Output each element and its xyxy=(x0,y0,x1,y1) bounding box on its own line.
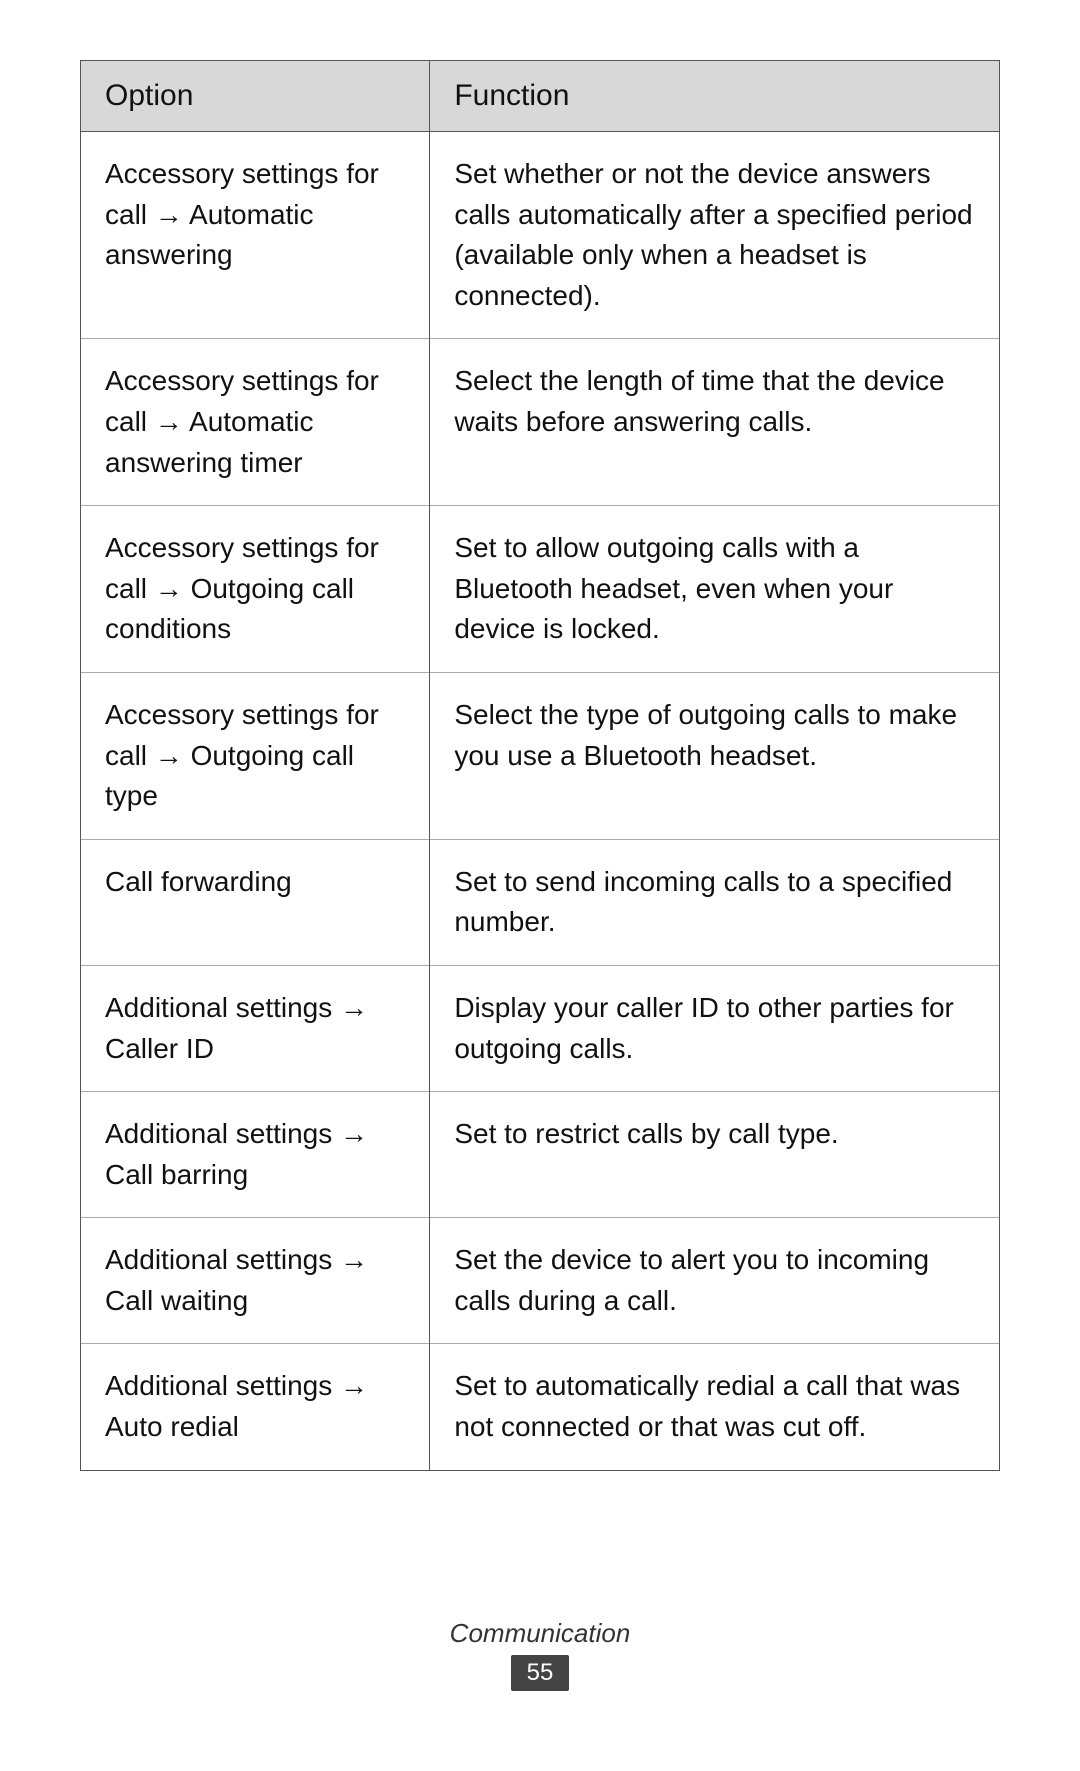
table-row: Accessory settings for call → Automatic … xyxy=(81,132,999,339)
settings-table: Option Function Accessory settings for c… xyxy=(80,60,1000,1471)
cell-option: Call forwarding xyxy=(81,839,430,965)
table-row: Additional settings → Auto redialSet to … xyxy=(81,1344,999,1470)
cell-function: Select the length of time that the devic… xyxy=(430,339,999,506)
table-row: Additional settings → Call waitingSet th… xyxy=(81,1218,999,1344)
cell-option: Additional settings → Caller ID xyxy=(81,965,430,1091)
table-row: Call forwardingSet to send incoming call… xyxy=(81,839,999,965)
footer-label: Communication xyxy=(80,1618,1000,1649)
cell-option: Additional settings → Call barring xyxy=(81,1092,430,1218)
header-function: Function xyxy=(430,61,999,132)
table-row: Additional settings → Call barringSet to… xyxy=(81,1092,999,1218)
table-row: Additional settings → Caller IDDisplay y… xyxy=(81,965,999,1091)
cell-option: Accessory settings for call → Automatic … xyxy=(81,132,430,339)
table-row: Accessory settings for call → Automatic … xyxy=(81,339,999,506)
cell-function: Display your caller ID to other parties … xyxy=(430,965,999,1091)
cell-option: Accessory settings for call → Automatic … xyxy=(81,339,430,506)
page-number: 55 xyxy=(511,1655,570,1691)
header-option: Option xyxy=(81,61,430,132)
cell-option: Additional settings → Auto redial xyxy=(81,1344,430,1470)
page-footer: Communication 55 xyxy=(80,1558,1000,1691)
table-row: Accessory settings for call → Outgoing c… xyxy=(81,506,999,673)
cell-function: Set to restrict calls by call type. xyxy=(430,1092,999,1218)
cell-option: Accessory settings for call → Outgoing c… xyxy=(81,672,430,839)
cell-function: Set to automatically redial a call that … xyxy=(430,1344,999,1470)
cell-function: Set the device to alert you to incoming … xyxy=(430,1218,999,1344)
cell-function: Set whether or not the device answers ca… xyxy=(430,132,999,339)
cell-function: Set to allow outgoing calls with a Bluet… xyxy=(430,506,999,673)
table-header-row: Option Function xyxy=(81,61,999,132)
cell-option: Accessory settings for call → Outgoing c… xyxy=(81,506,430,673)
cell-function: Set to send incoming calls to a specifie… xyxy=(430,839,999,965)
table-row: Accessory settings for call → Outgoing c… xyxy=(81,672,999,839)
cell-function: Select the type of outgoing calls to mak… xyxy=(430,672,999,839)
cell-option: Additional settings → Call waiting xyxy=(81,1218,430,1344)
